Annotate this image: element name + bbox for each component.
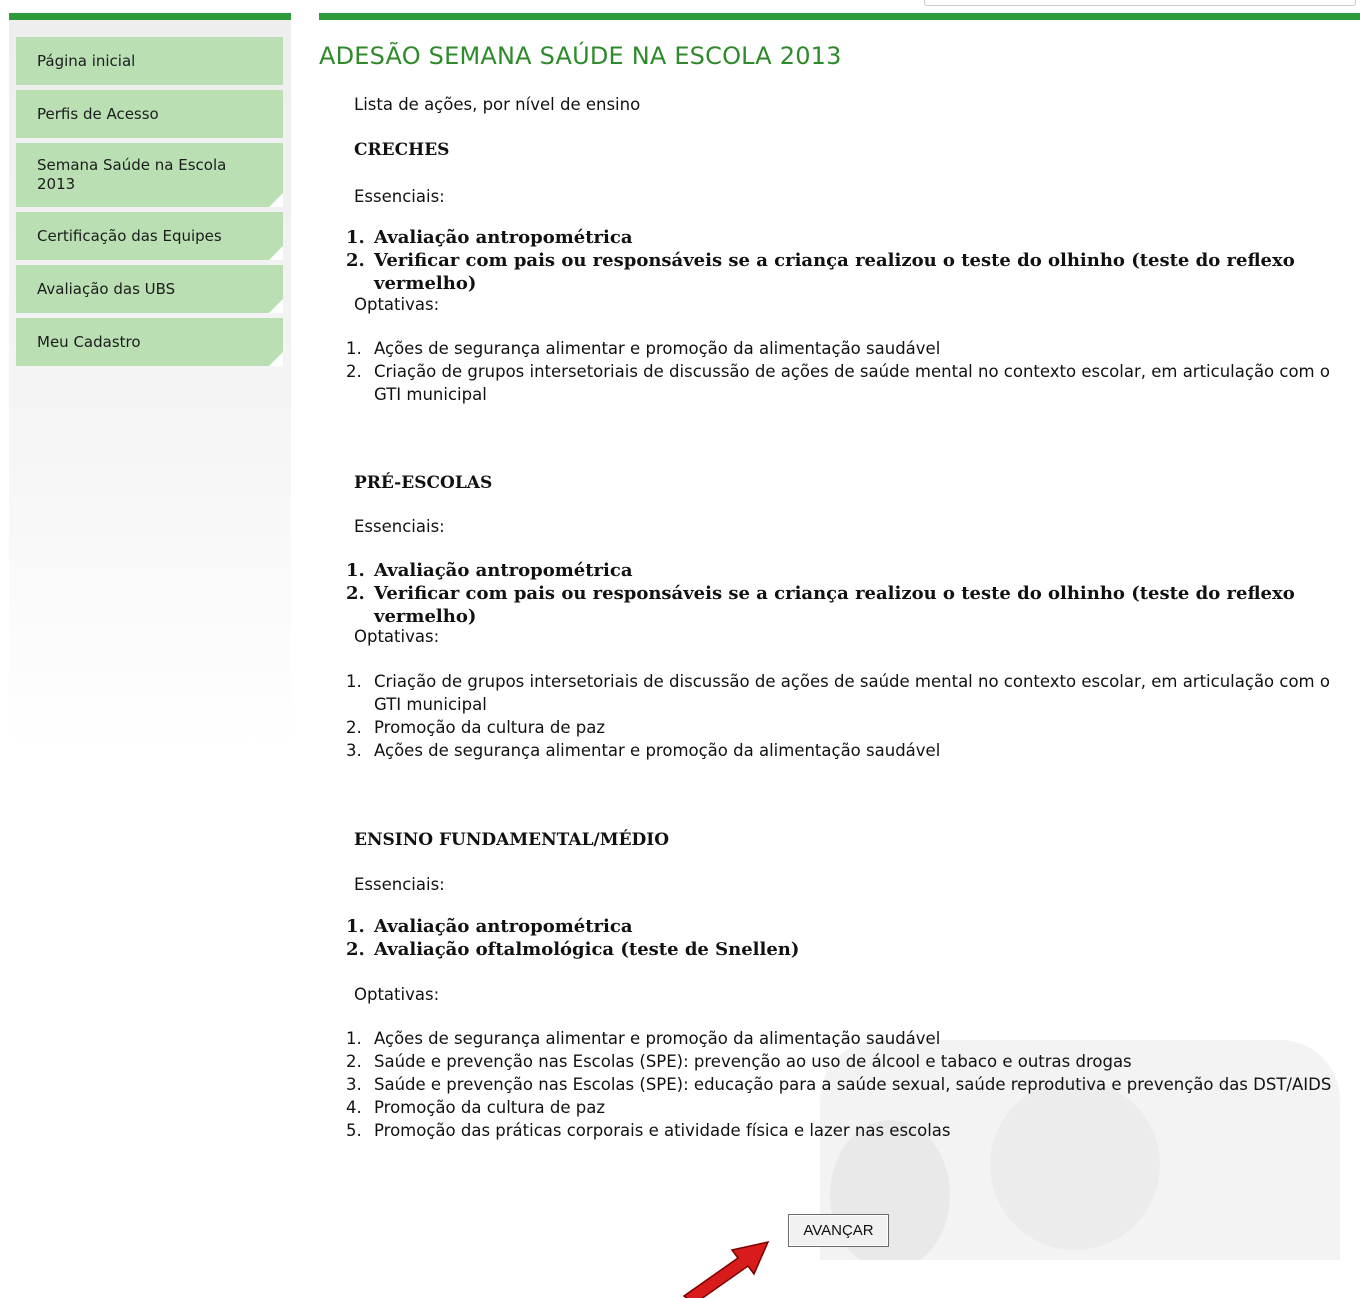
list-item: 1. Ações de segurança alimentar e promoçã… (346, 1029, 941, 1048)
list-item: 1. Avaliação antropométrica (346, 227, 633, 248)
essenciais-label: Essenciais: (354, 517, 445, 536)
section-title-creches: CRECHES (354, 140, 450, 160)
search-input[interactable] (924, 0, 1356, 6)
list-item: 2. Promoção da cultura de paz (346, 718, 605, 737)
list-item: 3. Ações de segurança alimentar e promoçã… (346, 741, 941, 760)
sidebar-menu: Página inicial Perfis de Acesso Semana S… (16, 37, 283, 371)
essenciais-label: Essenciais: (354, 187, 445, 206)
section-title-pre-escolas: PRÉ-ESCOLAS (354, 473, 493, 493)
list-item: 1. Ações de segurança alimentar e promoçã… (346, 339, 941, 358)
list-item: 1. Criação de grupos intersetoriais de di… (346, 672, 1330, 714)
corner-fold-icon (269, 193, 283, 207)
essenciais-list-creches: 1. Avaliação antropométrica 2. Verificar c… (342, 226, 1352, 295)
sidebar-top-bar (9, 13, 291, 20)
list-item: 4. Promoção da cultura de paz (346, 1098, 605, 1117)
essenciais-list-ensino-fundamental: 1. Avaliação antropométrica 2. Avaliação o… (342, 915, 1352, 961)
list-item: 2. Verificar com pais ou responsáveis se … (346, 583, 1295, 627)
sidebar-item-label: Avaliação das UBS (37, 280, 176, 298)
sidebar-item-meu-cadastro[interactable]: Meu Cadastro (16, 318, 283, 366)
essenciais-label: Essenciais: (354, 875, 445, 894)
optativas-list-creches: 1. Ações de segurança alimentar e promoçã… (342, 337, 1352, 406)
sidebar-item-label: Página inicial (37, 52, 136, 70)
essenciais-list-pre-escolas: 1. Avaliação antropométrica 2. Verificar c… (342, 559, 1352, 628)
sidebar-item-label: Certificação das Equipes (37, 227, 222, 245)
red-arrow-icon (682, 1240, 770, 1298)
list-item: 5. Promoção das práticas corporais e ativ… (346, 1121, 951, 1140)
optativas-label: Optativas: (354, 985, 440, 1004)
sidebar-item-label: Meu Cadastro (37, 333, 141, 351)
optativas-label: Optativas: (354, 295, 440, 314)
optativas-list-ensino-fundamental: 1. Ações de segurança alimentar e promoçã… (342, 1027, 1352, 1142)
corner-fold-icon (269, 299, 283, 313)
sidebar-item-semana-saude[interactable]: Semana Saúde na Escola 2013 (16, 143, 283, 207)
corner-fold-icon (269, 246, 283, 260)
sidebar-item-avaliacao-ubs[interactable]: Avaliação das UBS (16, 265, 283, 313)
list-item: 2. Verificar com pais ou responsáveis se … (346, 250, 1295, 294)
page-title: ADESÃO SEMANA SAÚDE NA ESCOLA 2013 (319, 42, 842, 70)
corner-fold-icon (269, 352, 283, 366)
sidebar-item-certificacao[interactable]: Certificação das Equipes (16, 212, 283, 260)
optativas-label: Optativas: (354, 627, 440, 646)
list-item: 3. Saúde e prevenção nas Escolas (SPE): e… (346, 1075, 1332, 1094)
sidebar-item-label: Semana Saúde na Escola 2013 (37, 156, 227, 193)
sidebar-item-label: Perfis de Acesso (37, 105, 159, 123)
list-item: 2. Criação de grupos intersetoriais de di… (346, 362, 1330, 404)
optativas-list-pre-escolas: 1. Criação de grupos intersetoriais de di… (342, 670, 1352, 762)
list-item: 1. Avaliação antropométrica (346, 560, 633, 581)
content-top-bar (319, 13, 1360, 20)
list-item: 1. Avaliação antropométrica (346, 916, 633, 937)
section-title-ensino-fundamental: ENSINO FUNDAMENTAL/MÉDIO (354, 830, 670, 850)
intro-text: Lista de ações, por nível de ensino (354, 95, 641, 114)
sidebar-item-pagina-inicial[interactable]: Página inicial (16, 37, 283, 85)
list-item: 2. Saúde e prevenção nas Escolas (SPE): p… (346, 1052, 1132, 1071)
sidebar-item-perfis-de-acesso[interactable]: Perfis de Acesso (16, 90, 283, 138)
list-item: 2. Avaliação oftalmológica (teste de Snel… (346, 939, 800, 960)
avancar-button[interactable]: AVANÇAR (788, 1214, 889, 1247)
